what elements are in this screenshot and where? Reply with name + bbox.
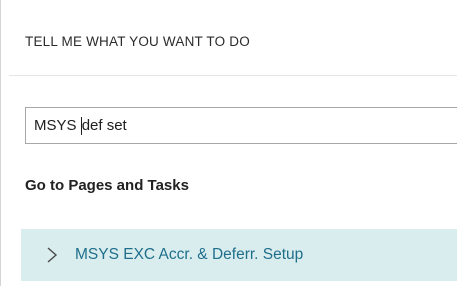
tell-me-panel: TELL ME WHAT YOU WANT TO DO MSYS def set… [0, 0, 457, 286]
result-item-label: MSYS EXC Accr. & Deferr. Setup [75, 246, 304, 263]
search-text-after-caret: def set [81, 117, 127, 134]
panel-header: TELL ME WHAT YOU WANT TO DO [25, 34, 250, 49]
result-item[interactable]: MSYS EXC Accr. & Deferr. Setup [21, 229, 457, 281]
search-text-before-caret: MSYS [34, 117, 81, 134]
section-title: Go to Pages and Tasks [25, 177, 189, 194]
chevron-right-icon [47, 247, 58, 263]
search-input[interactable]: MSYS def set [25, 107, 457, 144]
header-divider [9, 75, 457, 76]
